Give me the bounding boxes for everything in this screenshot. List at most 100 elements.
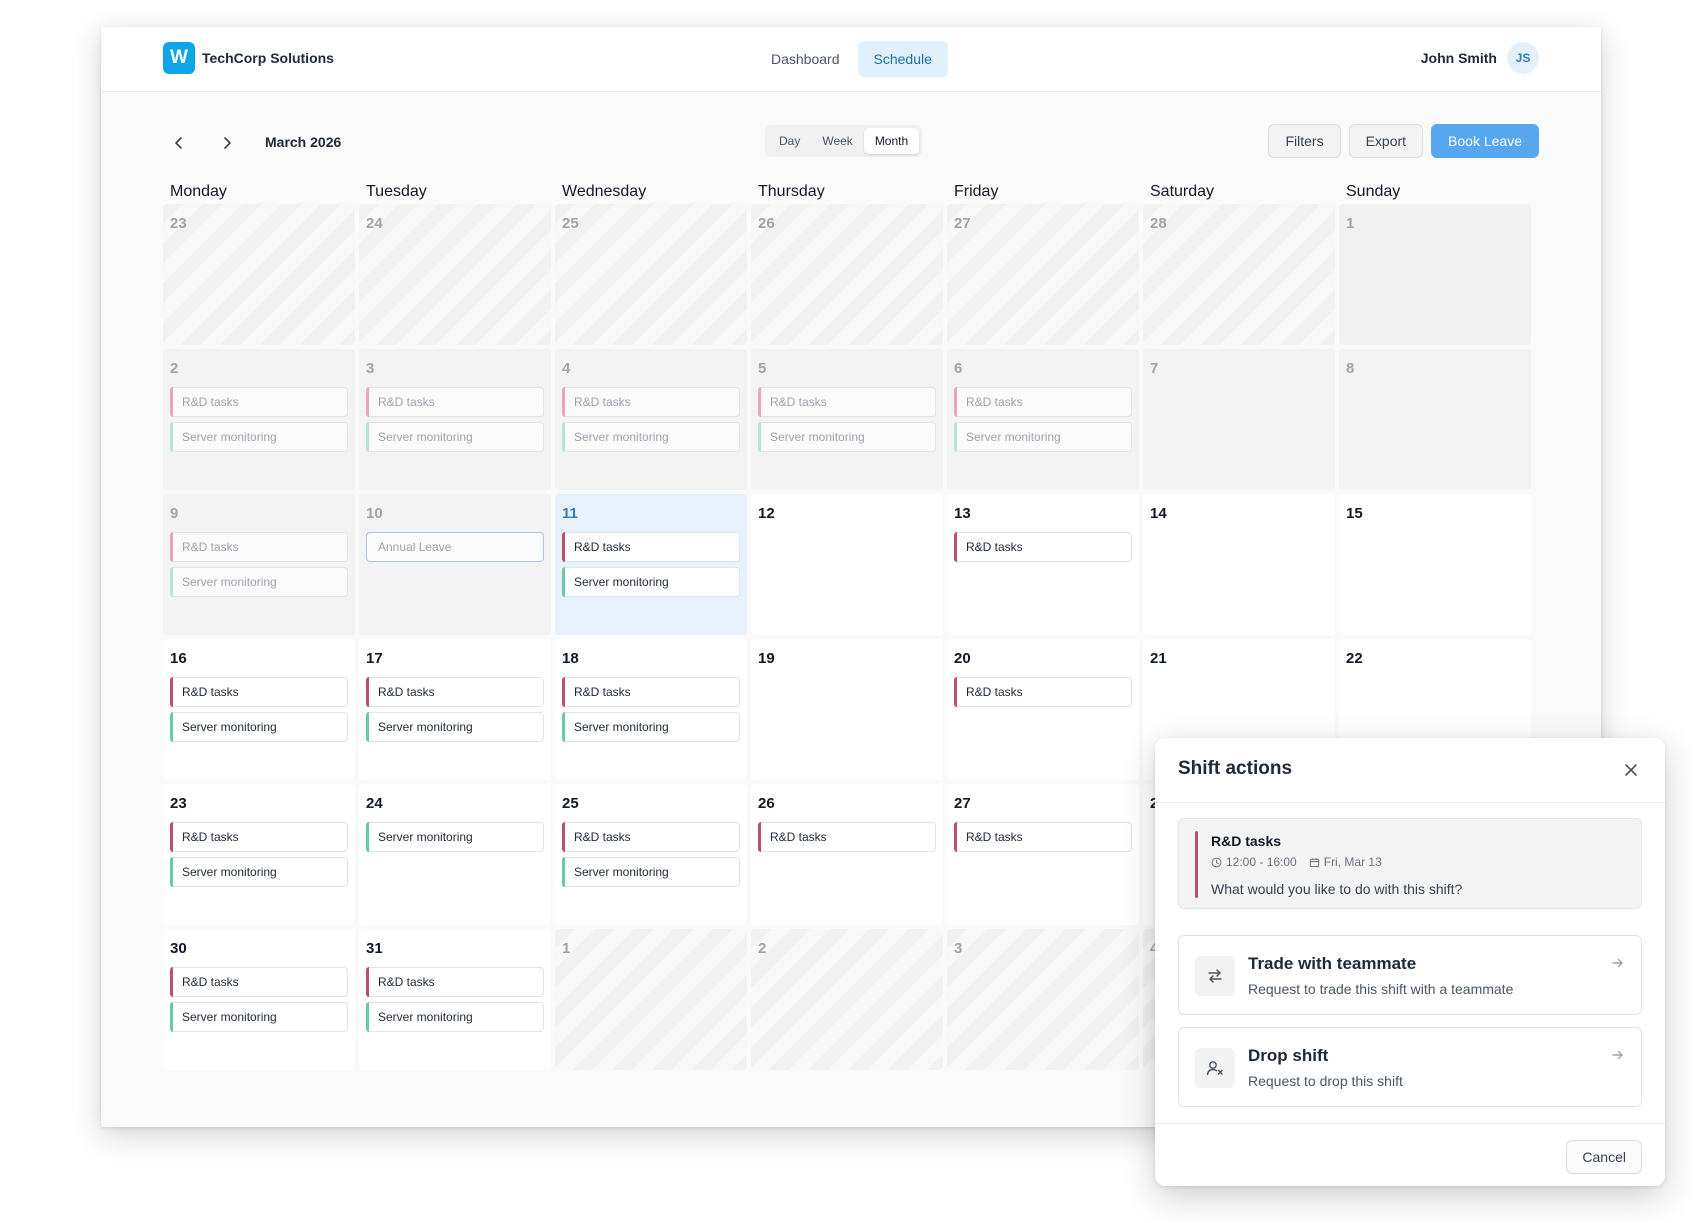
day-cell[interactable]: 28 — [1143, 204, 1335, 345]
month-label: March 2026 — [265, 134, 342, 150]
shift-chip[interactable]: Server monitoring — [562, 857, 740, 887]
day-cell[interactable]: 24 Server monitoring — [359, 784, 551, 925]
drop-shift-option[interactable]: Drop shift Request to drop this shift — [1178, 1027, 1642, 1107]
shift-chip[interactable]: Server monitoring — [562, 567, 740, 597]
leave-chip[interactable]: Annual Leave — [366, 532, 544, 562]
shift-chip[interactable]: R&D tasks — [170, 532, 348, 562]
shift-chip[interactable]: Server monitoring — [170, 857, 348, 887]
shift-chip[interactable]: Server monitoring — [366, 1002, 544, 1032]
trade-with-teammate-option[interactable]: Trade with teammate Request to trade thi… — [1178, 935, 1642, 1015]
next-month-button[interactable] — [213, 129, 241, 157]
view-week-button[interactable]: Week — [811, 128, 863, 154]
day-number: 28 — [1150, 215, 1167, 232]
day-cell[interactable]: 13 R&D tasks — [947, 494, 1139, 635]
day-cell[interactable]: 27 R&D tasks — [947, 784, 1139, 925]
shift-chip[interactable]: R&D tasks — [562, 677, 740, 707]
shift-chip[interactable]: R&D tasks — [954, 822, 1132, 852]
shift-date-group: Fri, Mar 13 — [1309, 855, 1382, 869]
brand[interactable]: W TechCorp Solutions — [163, 42, 334, 74]
shift-chip[interactable]: Server monitoring — [366, 822, 544, 852]
day-cell[interactable]: 16 R&D tasks Server monitoring — [163, 639, 355, 780]
shift-chip[interactable]: Server monitoring — [170, 567, 348, 597]
day-cell[interactable]: 17 R&D tasks Server monitoring — [359, 639, 551, 780]
day-cell[interactable]: 19 — [751, 639, 943, 780]
book-leave-button[interactable]: Book Leave — [1431, 124, 1539, 158]
day-cell[interactable]: 27 — [947, 204, 1139, 345]
shift-chip[interactable]: R&D tasks — [170, 677, 348, 707]
day-cell[interactable]: 23 R&D tasks Server monitoring — [163, 784, 355, 925]
day-cell[interactable]: 1 — [1339, 204, 1531, 345]
calendar-icon — [1309, 857, 1319, 867]
shift-chip[interactable]: R&D tasks — [954, 387, 1132, 417]
shift-chip[interactable]: R&D tasks — [170, 822, 348, 852]
filters-button[interactable]: Filters — [1268, 124, 1341, 158]
day-cell[interactable]: 5 R&D tasks Server monitoring — [751, 349, 943, 490]
day-cell[interactable]: 20 R&D tasks — [947, 639, 1139, 780]
day-cell-today[interactable]: 11 R&D tasks Server monitoring — [555, 494, 747, 635]
shift-chip[interactable]: R&D tasks — [562, 822, 740, 852]
day-number: 21 — [1150, 650, 1167, 667]
shift-chip[interactable]: R&D tasks — [562, 387, 740, 417]
day-cell[interactable]: 3 R&D tasks Server monitoring — [359, 349, 551, 490]
dialog-footer: Cancel — [1155, 1123, 1665, 1186]
day-number: 26 — [758, 795, 775, 812]
day-number: 16 — [170, 650, 187, 667]
day-cell[interactable]: 18 R&D tasks Server monitoring — [555, 639, 747, 780]
day-number: 9 — [170, 505, 179, 522]
brand-name: TechCorp Solutions — [202, 50, 334, 66]
shift-chip[interactable]: Server monitoring — [562, 422, 740, 452]
view-month-button[interactable]: Month — [863, 128, 920, 154]
day-cell[interactable]: 9 R&D tasks Server monitoring — [163, 494, 355, 635]
day-cell[interactable]: 3 — [947, 929, 1139, 1070]
day-events: R&D tasks Server monitoring — [170, 387, 348, 457]
shift-chip[interactable]: Server monitoring — [170, 712, 348, 742]
day-cell[interactable]: 26 R&D tasks — [751, 784, 943, 925]
shift-chip[interactable]: Server monitoring — [170, 1002, 348, 1032]
shift-chip[interactable]: R&D tasks — [366, 967, 544, 997]
day-cell[interactable]: 31 R&D tasks Server monitoring — [359, 929, 551, 1070]
nav-schedule[interactable]: Schedule — [857, 41, 948, 77]
day-cell[interactable]: 7 — [1143, 349, 1335, 490]
shift-chip[interactable]: Server monitoring — [954, 422, 1132, 452]
shift-chip[interactable]: Server monitoring — [170, 422, 348, 452]
day-cell[interactable]: 30 R&D tasks Server monitoring — [163, 929, 355, 1070]
shift-chip[interactable]: R&D tasks — [562, 532, 740, 562]
shift-chip[interactable]: R&D tasks — [170, 967, 348, 997]
day-cell[interactable]: 8 — [1339, 349, 1531, 490]
shift-chip[interactable]: R&D tasks — [954, 532, 1132, 562]
day-cell[interactable]: 25 R&D tasks Server monitoring — [555, 784, 747, 925]
export-button[interactable]: Export — [1348, 124, 1424, 158]
nav-dashboard[interactable]: Dashboard — [755, 41, 856, 77]
day-cell[interactable]: 24 — [359, 204, 551, 345]
shift-date: Fri, Mar 13 — [1323, 855, 1382, 869]
day-cell[interactable]: 25 — [555, 204, 747, 345]
day-cell[interactable]: 1 — [555, 929, 747, 1070]
day-cell[interactable]: 6 R&D tasks Server monitoring — [947, 349, 1139, 490]
shift-chip[interactable]: R&D tasks — [758, 822, 936, 852]
close-button[interactable] — [1617, 756, 1645, 784]
view-day-button[interactable]: Day — [768, 128, 811, 154]
cancel-button[interactable]: Cancel — [1566, 1140, 1642, 1174]
shift-chip[interactable]: R&D tasks — [758, 387, 936, 417]
shift-chip[interactable]: R&D tasks — [366, 387, 544, 417]
day-cell[interactable]: 26 — [751, 204, 943, 345]
shift-chip[interactable]: R&D tasks — [954, 677, 1132, 707]
user-menu[interactable]: John Smith JS — [1421, 42, 1539, 74]
shift-chip[interactable]: Server monitoring — [366, 422, 544, 452]
day-cell[interactable]: 2 — [751, 929, 943, 1070]
day-cell[interactable]: 14 — [1143, 494, 1335, 635]
shift-chip[interactable]: Server monitoring — [758, 422, 936, 452]
day-cell[interactable]: 15 — [1339, 494, 1531, 635]
day-cell[interactable]: 10 Annual Leave — [359, 494, 551, 635]
option-icon-box — [1195, 1048, 1235, 1088]
day-cell[interactable]: 4 R&D tasks Server monitoring — [555, 349, 747, 490]
avatar[interactable]: JS — [1507, 42, 1539, 74]
day-cell[interactable]: 12 — [751, 494, 943, 635]
previous-month-button[interactable] — [165, 129, 193, 157]
day-cell[interactable]: 23 — [163, 204, 355, 345]
shift-chip[interactable]: R&D tasks — [170, 387, 348, 417]
day-cell[interactable]: 2 R&D tasks Server monitoring — [163, 349, 355, 490]
shift-chip[interactable]: Server monitoring — [366, 712, 544, 742]
shift-chip[interactable]: R&D tasks — [366, 677, 544, 707]
shift-chip[interactable]: Server monitoring — [562, 712, 740, 742]
